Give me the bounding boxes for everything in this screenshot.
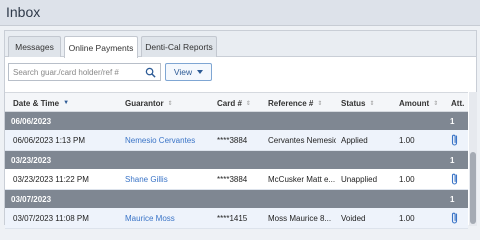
group-date: 03/07/2023 [11, 195, 52, 204]
page-title: Inbox [6, 4, 41, 20]
table-row[interactable]: 03/23/2023 11:22 PM Shane Gillis ****388… [5, 169, 468, 190]
column-header-status[interactable]: Status ⇕ [341, 93, 374, 113]
column-header-guarantor[interactable]: Guarantor ⇕ [125, 93, 173, 113]
search-input[interactable] [9, 64, 139, 80]
group-count: 1 [450, 195, 455, 204]
sort-desc-icon: ▼ [63, 100, 70, 106]
column-label: Amount [399, 98, 430, 108]
column-label: Status [341, 98, 366, 108]
cell-card: ****1415 [217, 214, 248, 223]
tab-online-payments[interactable]: Online Payments [64, 36, 138, 58]
search-icon[interactable] [145, 67, 156, 78]
table-row[interactable]: 06/06/2023 1:13 PM Nemesio Cervantes ***… [5, 130, 468, 151]
group-row[interactable]: 06/06/2023 1 [5, 112, 468, 130]
sort-icon: ⇕ [433, 100, 439, 107]
group-row[interactable]: 03/23/2023 1 [5, 151, 468, 169]
chevron-down-icon [197, 70, 204, 74]
cell-datetime: 03/23/2023 11:22 PM [13, 175, 89, 184]
table-header: Date & Time ▼ Guarantor ⇕ Card # ⇕ Refer… [5, 92, 468, 112]
guarantor-link[interactable]: Maurice Moss [125, 214, 175, 223]
group-row[interactable]: 03/07/2023 1 [5, 190, 468, 208]
group-date: 03/23/2023 [11, 156, 52, 165]
group-count: 1 [450, 156, 455, 165]
cell-status: Voided [341, 214, 366, 223]
cell-reference: Moss Maurice 8... [268, 214, 332, 223]
column-label: Card # [217, 98, 242, 108]
column-header-card[interactable]: Card # ⇕ [217, 93, 251, 113]
cell-amount: 1.00 [399, 175, 415, 184]
title-bar: Inbox [0, 0, 480, 26]
vertical-scrollbar[interactable] [469, 92, 477, 226]
column-label: Date & Time [13, 98, 60, 108]
guarantor-link[interactable]: Shane Gillis [125, 175, 168, 184]
column-header-date-time[interactable]: Date & Time ▼ [13, 93, 69, 113]
cell-status: Unapplied [341, 175, 378, 184]
column-label: Guarantor [125, 98, 164, 108]
search-box [8, 63, 161, 81]
sort-icon: ⇕ [245, 100, 251, 107]
group-count: 1 [450, 117, 455, 126]
cell-reference: Cervantes Nemesio [268, 136, 336, 145]
column-header-attachment: Att. [451, 93, 464, 113]
column-label: Reference # [268, 98, 314, 108]
cell-amount: 1.00 [399, 136, 415, 145]
view-button[interactable]: View [165, 63, 212, 81]
cell-datetime: 03/07/2023 11:08 PM [13, 214, 89, 223]
cell-card: ****3884 [217, 136, 248, 145]
table-row[interactable]: 03/07/2023 11:08 PM Maurice Moss ****141… [5, 208, 468, 229]
toolbar: View [5, 57, 476, 91]
guarantor-link[interactable]: Nemesio Cervantes [125, 136, 195, 145]
tab-messages[interactable]: Messages [8, 36, 61, 57]
group-date: 06/06/2023 [11, 117, 52, 126]
paperclip-icon[interactable] [450, 172, 460, 186]
sort-icon: ⇕ [317, 100, 323, 107]
scrollbar-thumb[interactable] [470, 152, 476, 224]
cell-card: ****3884 [217, 175, 248, 184]
inbox-panel: Messages Online Payments Denti-Cal Repor… [4, 30, 477, 229]
column-label: Att. [451, 98, 465, 108]
tab-denti-cal-reports[interactable]: Denti-Cal Reports [141, 36, 217, 57]
sort-icon: ⇕ [167, 100, 173, 107]
sort-icon: ⇕ [369, 100, 375, 107]
column-header-reference[interactable]: Reference # ⇕ [268, 93, 322, 113]
cell-status: Applied [341, 136, 368, 145]
cell-reference: McCusker Matt e... [268, 175, 336, 184]
paperclip-icon[interactable] [450, 133, 460, 147]
column-header-amount[interactable]: Amount ⇕ [399, 93, 438, 113]
tab-bar: Messages Online Payments Denti-Cal Repor… [5, 31, 476, 58]
paperclip-icon[interactable] [450, 211, 460, 225]
cell-datetime: 06/06/2023 1:13 PM [13, 136, 86, 145]
view-button-label: View [173, 67, 193, 77]
cell-amount: 1.00 [399, 214, 415, 223]
